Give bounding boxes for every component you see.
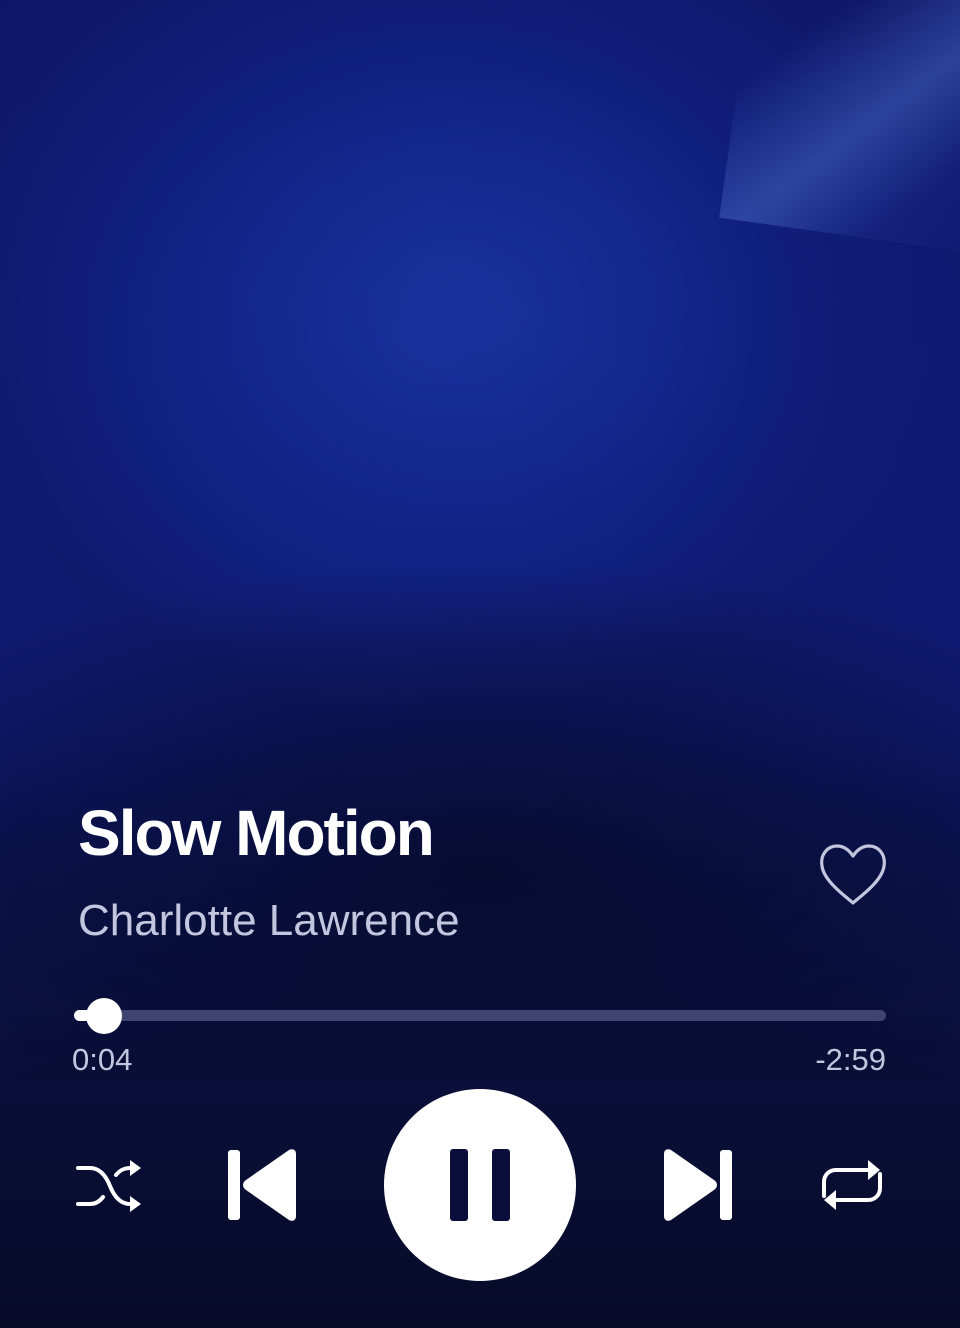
- track-artist[interactable]: Charlotte Lawrence: [78, 893, 778, 949]
- shuffle-button[interactable]: [76, 1158, 142, 1214]
- progress-track[interactable]: [74, 1010, 886, 1021]
- pause-button[interactable]: [384, 1089, 576, 1281]
- repeat-button[interactable]: [816, 1156, 888, 1214]
- elapsed-time: 0:04: [72, 1042, 133, 1077]
- pause-icon: [450, 1149, 510, 1221]
- like-button[interactable]: [818, 842, 888, 908]
- track-info: Slow Motion Charlotte Lawrence: [78, 795, 778, 949]
- repeat-icon: [822, 1160, 882, 1210]
- progress-scrubber-handle[interactable]: [86, 998, 122, 1034]
- heart-outline-icon: [820, 844, 886, 905]
- skip-back-icon: [228, 1149, 296, 1221]
- now-playing-screen: Slow Motion Charlotte Lawrence 0:04 -2:5…: [0, 0, 960, 1328]
- previous-track-button[interactable]: [226, 1148, 298, 1222]
- next-track-button[interactable]: [662, 1148, 734, 1222]
- progress-bar[interactable]: [74, 998, 886, 1034]
- artwork-highlight: [719, 0, 960, 260]
- remaining-time: -2:59: [815, 1042, 886, 1077]
- track-title: Slow Motion: [78, 797, 435, 869]
- shuffle-icon: [76, 1160, 141, 1212]
- skip-forward-icon: [664, 1149, 732, 1221]
